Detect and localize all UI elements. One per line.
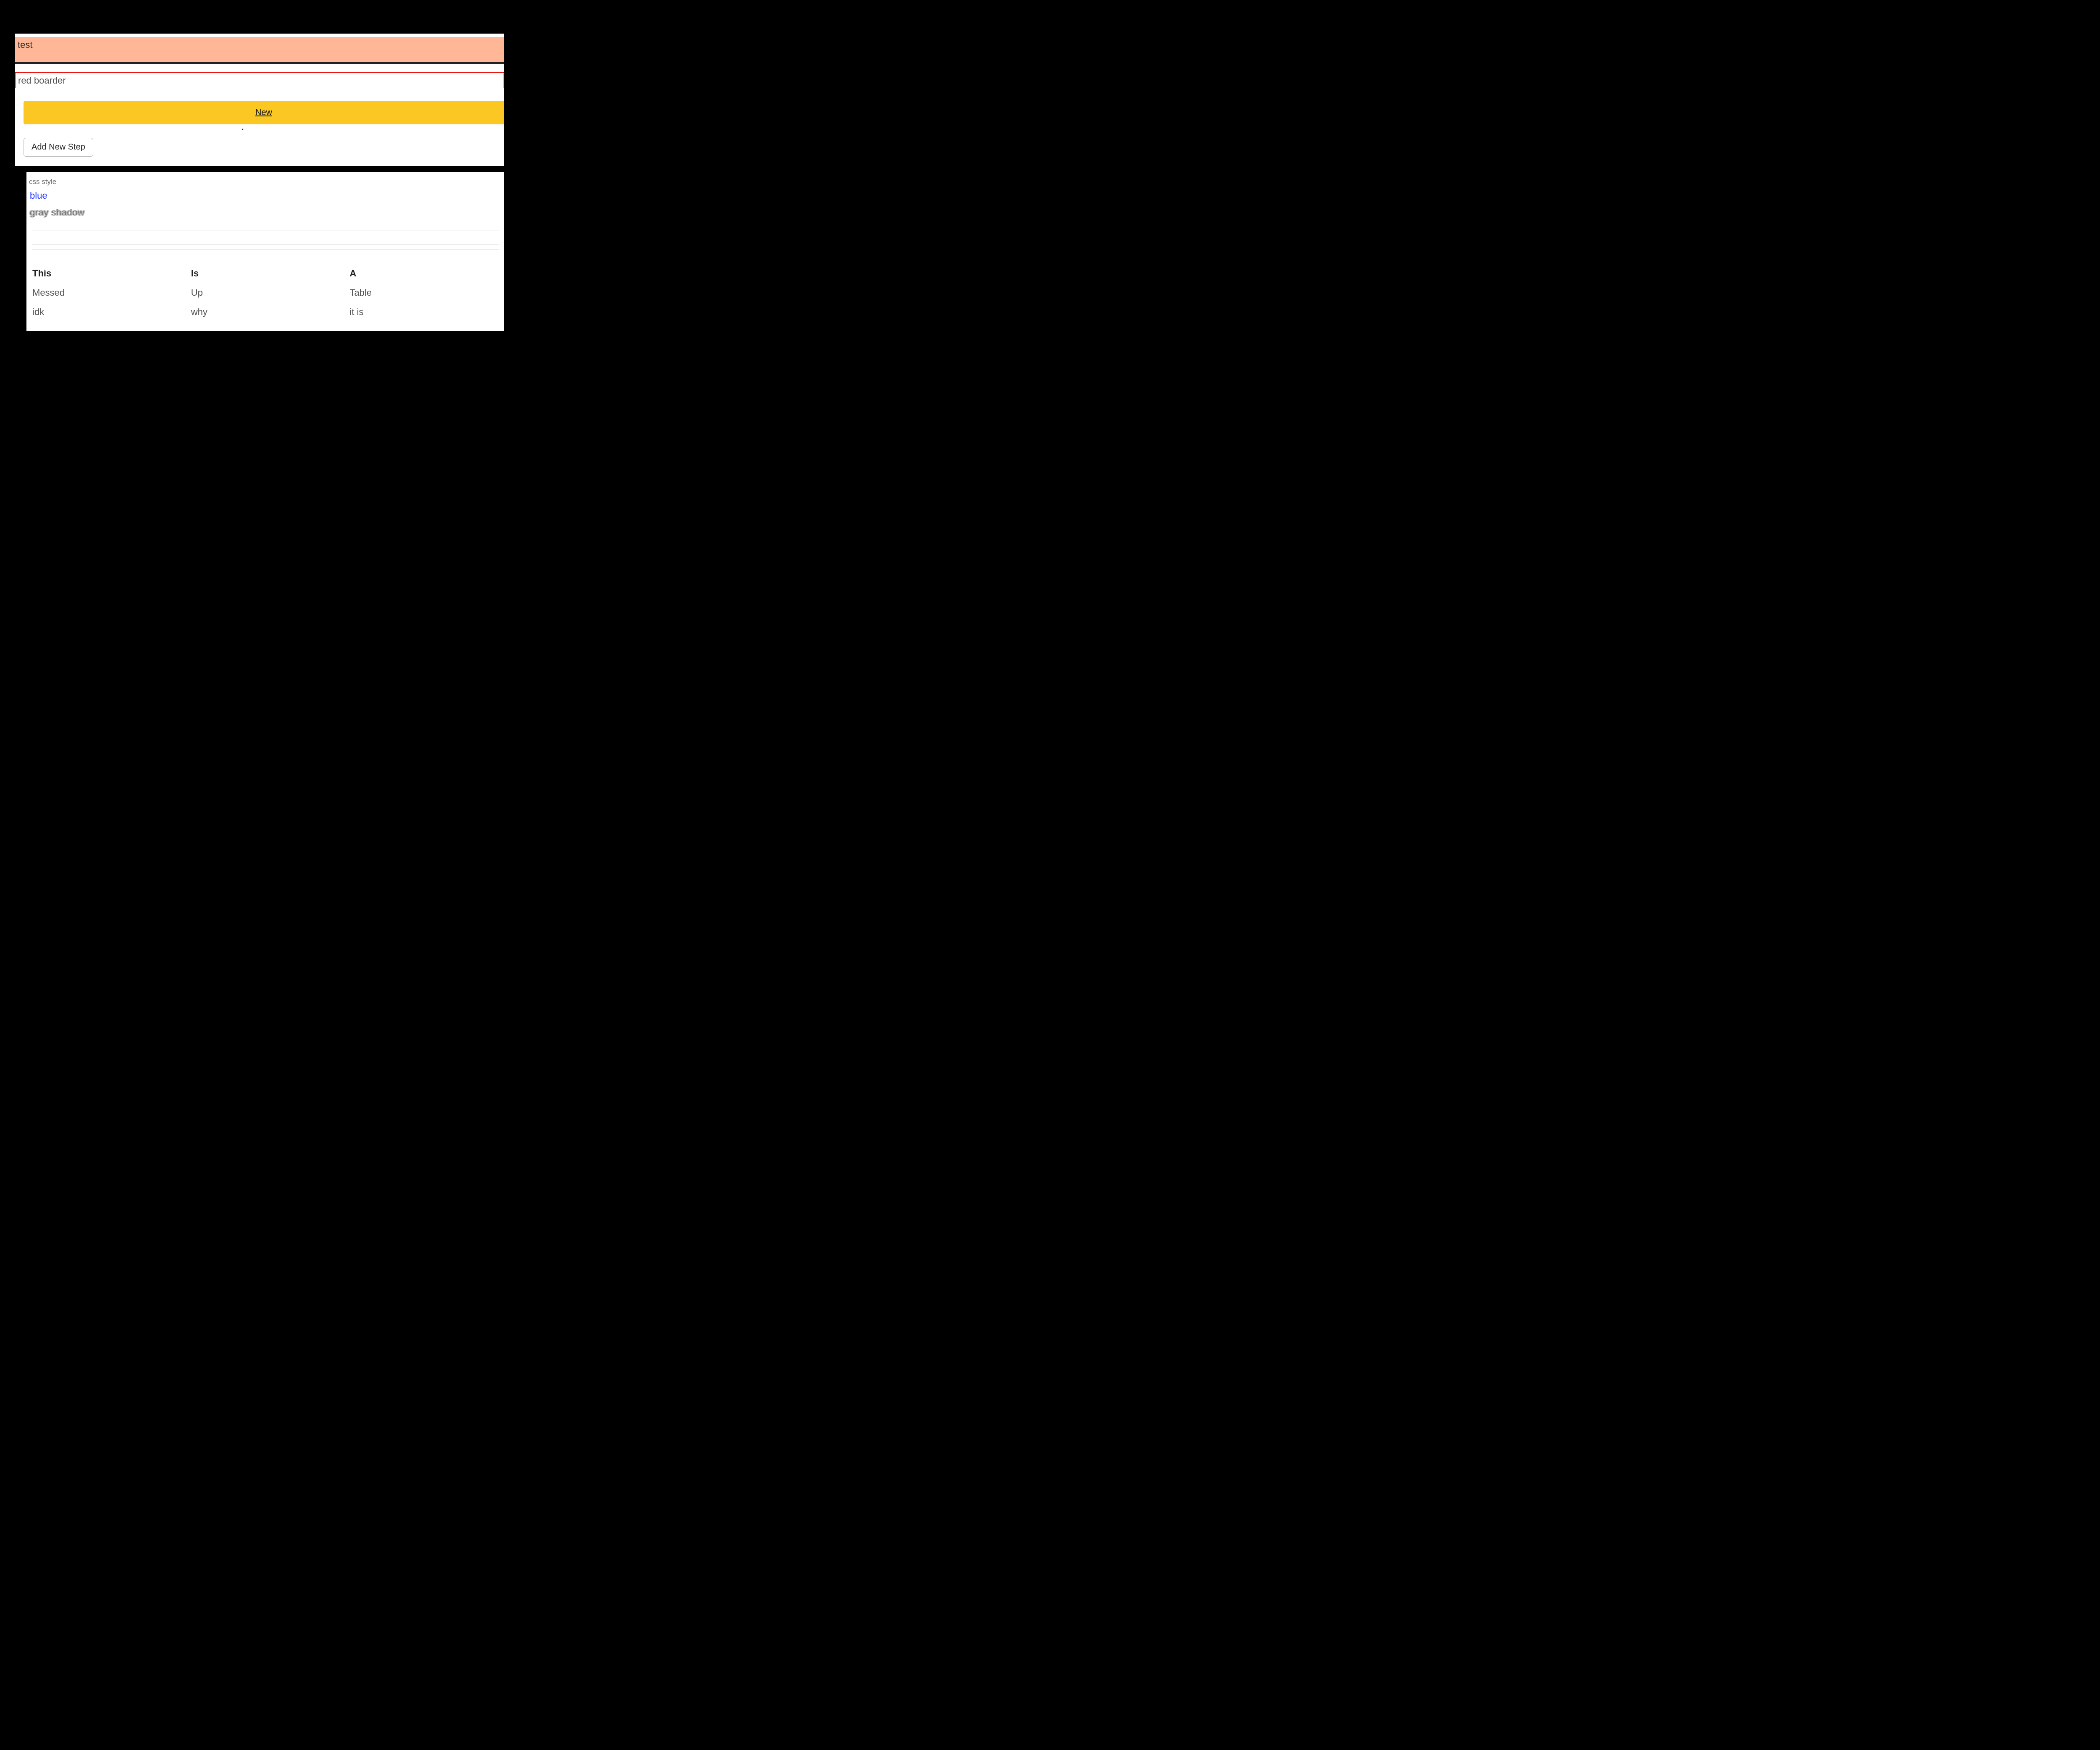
demo-table: This Is A Messed Up Table idk why it is bbox=[32, 265, 499, 323]
table-cell: Messed bbox=[32, 285, 191, 304]
table-cell: Up bbox=[191, 285, 350, 304]
bottom-panel: css style blue gray shadow This Is A Mes… bbox=[26, 172, 504, 331]
table-row: idk why it is bbox=[32, 304, 499, 323]
table-cell: idk bbox=[32, 304, 191, 323]
add-new-step-button[interactable]: Add New Step bbox=[24, 138, 93, 157]
red-border-field[interactable]: red boarder bbox=[15, 72, 504, 88]
yellow-bar: New bbox=[24, 101, 504, 124]
panel-gap bbox=[15, 166, 504, 172]
new-link[interactable]: New bbox=[255, 108, 272, 118]
table-header-cell: Is bbox=[191, 265, 350, 285]
peach-banner: test bbox=[15, 37, 504, 64]
dot-marker: . bbox=[0, 124, 504, 129]
gray-shadow-text-example: gray shadow bbox=[30, 207, 499, 218]
table-header-cell: A bbox=[349, 265, 499, 285]
divider-line bbox=[32, 249, 499, 250]
table-cell: Table bbox=[349, 285, 499, 304]
table-cell: it is bbox=[349, 304, 499, 323]
table-row: Messed Up Table bbox=[32, 285, 499, 304]
divider-group bbox=[32, 231, 499, 250]
table-header-cell: This bbox=[32, 265, 191, 285]
table-header-row: This Is A bbox=[32, 265, 499, 285]
top-panel: test red boarder New . Add New Step bbox=[15, 34, 504, 166]
css-style-label: css style bbox=[29, 178, 499, 186]
blue-text-example: blue bbox=[30, 190, 499, 201]
table-cell: why bbox=[191, 304, 350, 323]
page-root: test red boarder New . Add New Step css … bbox=[0, 34, 504, 348]
